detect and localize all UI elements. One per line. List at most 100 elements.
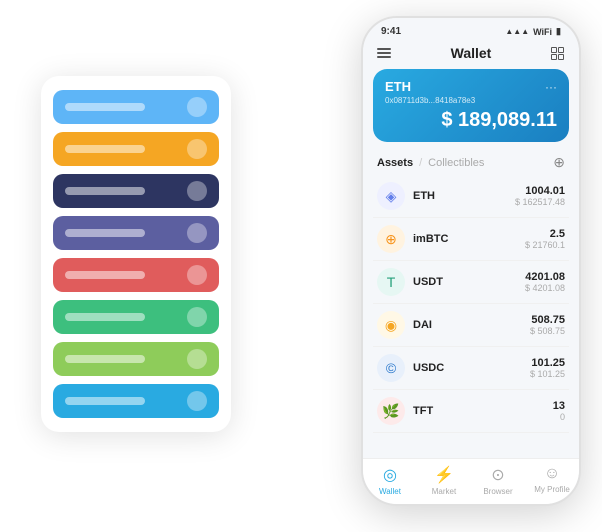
status-time: 9:41 <box>381 26 401 37</box>
expand-icon[interactable] <box>551 47 565 60</box>
add-asset-button[interactable]: ⊕ <box>553 154 565 171</box>
phone-mockup: 9:41 ▲▲▲ WiFi ▮ Wallet ETH ··· <box>361 16 581 506</box>
battery-icon: ▮ <box>556 26 561 37</box>
asset-name-eth: ETH <box>413 190 515 202</box>
color-row-purple <box>53 216 219 250</box>
asset-name-usdt: USDT <box>413 276 525 288</box>
tab-collectibles[interactable]: Collectibles <box>428 157 484 169</box>
asset-icon-eth: ◈ <box>377 182 405 210</box>
asset-primary-amount: 101.25 <box>530 357 565 369</box>
asset-primary-amount: 4201.08 <box>525 271 565 283</box>
asset-item-imbtc[interactable]: ⊕ imBTC 2.5 $ 21760.1 <box>373 218 569 261</box>
scene: 9:41 ▲▲▲ WiFi ▮ Wallet ETH ··· <box>21 16 581 516</box>
asset-name-dai: DAI <box>413 319 530 331</box>
color-row-icon <box>187 97 207 117</box>
asset-icon-dai: ◉ <box>377 311 405 339</box>
phone-content: ETH ··· 0x08711d3b...8418a78e3 $ 189,089… <box>363 69 579 458</box>
nav-item-my-profile[interactable]: ☺ My Profile <box>525 465 579 496</box>
color-row-text <box>65 397 145 405</box>
asset-item-usdc[interactable]: © USDC 101.25 $ 101.25 <box>373 347 569 390</box>
asset-secondary-amount: $ 21760.1 <box>525 240 565 250</box>
asset-secondary-amount: $ 101.25 <box>530 369 565 379</box>
color-row-icon <box>187 307 207 327</box>
color-row-icon <box>187 223 207 243</box>
asset-name-tft: TFT <box>413 405 553 417</box>
asset-icon-tft: 🌿 <box>377 397 405 425</box>
asset-item-eth[interactable]: ◈ ETH 1004.01 $ 162517.48 <box>373 175 569 218</box>
nav-icon-my-profile: ☺ <box>544 465 560 483</box>
nav-icon-market: ⚡ <box>434 465 454 485</box>
asset-name-usdc: USDC <box>413 362 530 374</box>
color-row-dark-navy <box>53 174 219 208</box>
eth-card-menu[interactable]: ··· <box>545 80 557 94</box>
nav-label-wallet: Wallet <box>379 487 401 496</box>
assets-header: Assets / Collectibles ⊕ <box>363 150 579 175</box>
asset-primary-amount: 1004.01 <box>515 185 565 197</box>
menu-icon[interactable] <box>377 48 391 58</box>
asset-amounts-imbtc: 2.5 $ 21760.1 <box>525 228 565 250</box>
status-bar: 9:41 ▲▲▲ WiFi ▮ <box>363 18 579 41</box>
color-row-green <box>53 300 219 334</box>
nav-item-market[interactable]: ⚡ Market <box>417 465 471 496</box>
eth-card-balance: $ 189,089.11 <box>385 109 557 132</box>
color-row-text <box>65 271 145 279</box>
color-row-blue-light <box>53 90 219 124</box>
nav-label-browser: Browser <box>483 487 512 496</box>
asset-primary-amount: 508.75 <box>530 314 565 326</box>
asset-item-dai[interactable]: ◉ DAI 508.75 $ 508.75 <box>373 304 569 347</box>
asset-amounts-tft: 13 0 <box>553 400 565 422</box>
asset-icon-usdc: © <box>377 354 405 382</box>
color-row-red <box>53 258 219 292</box>
asset-secondary-amount: $ 508.75 <box>530 326 565 336</box>
asset-secondary-amount: $ 4201.08 <box>525 283 565 293</box>
asset-amounts-eth: 1004.01 $ 162517.48 <box>515 185 565 207</box>
color-row-blue <box>53 384 219 418</box>
color-row-text <box>65 313 145 321</box>
asset-secondary-amount: 0 <box>553 412 565 422</box>
asset-icon-imbtc: ⊕ <box>377 225 405 253</box>
nav-icon-browser: ⊙ <box>491 465 504 485</box>
color-row-icon <box>187 349 207 369</box>
asset-amounts-dai: 508.75 $ 508.75 <box>530 314 565 336</box>
status-icons: ▲▲▲ WiFi ▮ <box>505 26 561 37</box>
color-row-icon <box>187 139 207 159</box>
nav-item-wallet[interactable]: ◎ Wallet <box>363 465 417 496</box>
nav-label-market: Market <box>432 487 456 496</box>
bottom-nav: ◎ Wallet ⚡ Market ⊙ Browser ☺ My Profile <box>363 458 579 504</box>
wifi-icon: WiFi <box>533 27 552 37</box>
tab-assets[interactable]: Assets <box>377 157 413 169</box>
nav-label-my-profile: My Profile <box>534 485 570 494</box>
asset-list: ◈ ETH 1004.01 $ 162517.48 ⊕ imBTC 2.5 $ … <box>363 175 579 458</box>
color-row-icon <box>187 265 207 285</box>
asset-primary-amount: 2.5 <box>525 228 565 240</box>
color-row-icon <box>187 181 207 201</box>
signal-icon: ▲▲▲ <box>505 27 529 36</box>
asset-item-usdt[interactable]: T USDT 4201.08 $ 4201.08 <box>373 261 569 304</box>
eth-card-address: 0x08711d3b...8418a78e3 <box>385 96 557 105</box>
assets-tabs: Assets / Collectibles <box>377 157 484 169</box>
asset-amounts-usdt: 4201.08 $ 4201.08 <box>525 271 565 293</box>
bg-card <box>41 76 231 432</box>
color-row-text <box>65 145 145 153</box>
nav-item-browser[interactable]: ⊙ Browser <box>471 465 525 496</box>
eth-card[interactable]: ETH ··· 0x08711d3b...8418a78e3 $ 189,089… <box>373 69 569 142</box>
asset-secondary-amount: $ 162517.48 <box>515 197 565 207</box>
asset-item-tft[interactable]: 🌿 TFT 13 0 <box>373 390 569 433</box>
nav-icon-wallet: ◎ <box>383 465 397 485</box>
tab-divider: / <box>419 157 422 169</box>
page-title: Wallet <box>451 45 492 61</box>
color-row-text <box>65 103 145 111</box>
color-row-text <box>65 229 145 237</box>
asset-icon-usdt: T <box>377 268 405 296</box>
asset-amounts-usdc: 101.25 $ 101.25 <box>530 357 565 379</box>
color-row-orange <box>53 132 219 166</box>
eth-card-name: ETH <box>385 79 411 94</box>
asset-primary-amount: 13 <box>553 400 565 412</box>
color-row-lime <box>53 342 219 376</box>
color-row-text <box>65 355 145 363</box>
color-row-icon <box>187 391 207 411</box>
asset-name-imbtc: imBTC <box>413 233 525 245</box>
color-row-text <box>65 187 145 195</box>
phone-header: Wallet <box>363 41 579 69</box>
eth-card-header: ETH ··· <box>385 79 557 94</box>
